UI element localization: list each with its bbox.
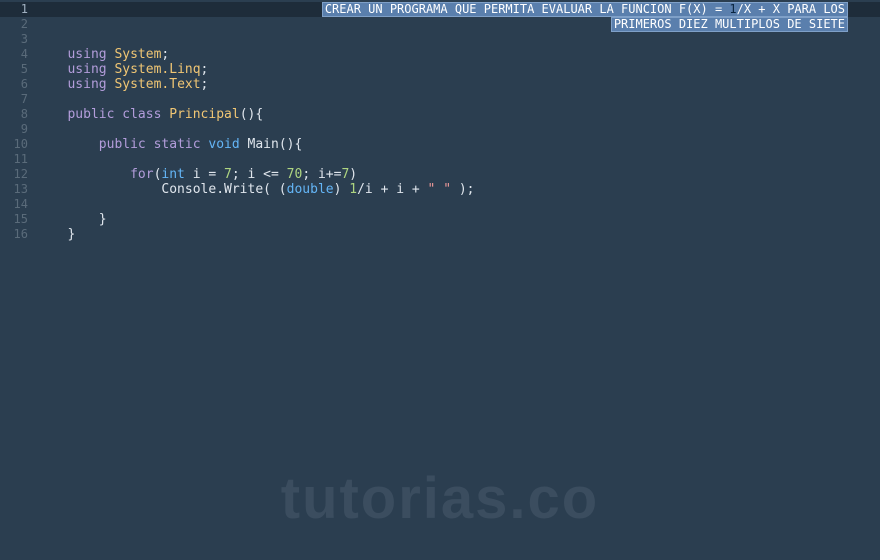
keyword: public: [99, 137, 146, 152]
code-line[interactable]: using System;: [36, 47, 880, 62]
code-text: Console.Write( (: [161, 182, 286, 197]
line-number: 13: [0, 182, 36, 197]
selection-text: CREAR UN PROGRAMA QUE PERMITA EVALUAR LA…: [325, 2, 730, 16]
punct: }: [99, 212, 107, 227]
punct: (){: [240, 107, 263, 122]
type: double: [287, 182, 334, 197]
code-text: ): [334, 182, 350, 197]
line-number: 12: [0, 167, 36, 182]
line-gutter: 1 2 3 4 5 6 7 8 9 10 11 12 13 14 15 16: [0, 0, 36, 560]
classname: System.Text: [114, 77, 200, 92]
punct: ;: [201, 77, 209, 92]
line-number: 2: [0, 17, 36, 32]
line-number: 10: [0, 137, 36, 152]
code-text: ; i <=: [232, 167, 287, 182]
code-line[interactable]: }: [36, 227, 880, 242]
code-line[interactable]: using System.Linq;: [36, 62, 880, 77]
code-line[interactable]: [36, 152, 880, 167]
selected-comment-line-1[interactable]: CREAR UN PROGRAMA QUE PERMITA EVALUAR LA…: [322, 2, 848, 17]
code-line[interactable]: public static void Main(){: [36, 137, 880, 152]
line-number: 3: [0, 32, 36, 47]
keyword: using: [67, 47, 106, 62]
line-number: 15: [0, 212, 36, 227]
line-number: 14: [0, 197, 36, 212]
keyword: static: [154, 137, 201, 152]
code-area[interactable]: CREAR UN PROGRAMA QUE PERMITA EVALUAR LA…: [36, 0, 880, 560]
line-number: 9: [0, 122, 36, 137]
code-line[interactable]: for(int i = 7; i <= 70; i+=7): [36, 167, 880, 182]
method-name: Main: [248, 137, 279, 152]
selected-comment-line-2[interactable]: PRIMEROS DIEZ MULTIPLOS DE SIETE: [611, 17, 848, 32]
code-line[interactable]: [36, 122, 880, 137]
punct: }: [67, 227, 75, 242]
keyword: for: [130, 167, 153, 182]
code-line[interactable]: using System.Text;: [36, 77, 880, 92]
line-number: 11: [0, 152, 36, 167]
code-editor[interactable]: 1 2 3 4 5 6 7 8 9 10 11 12 13 14 15 16 C…: [0, 0, 880, 560]
keyword: using: [67, 62, 106, 77]
punct: ;: [161, 47, 169, 62]
keyword: public: [67, 107, 114, 122]
line-number: 1: [0, 2, 36, 17]
code-text: ; i+=: [302, 167, 341, 182]
line-number: 6: [0, 77, 36, 92]
code-text: );: [451, 182, 474, 197]
type: void: [208, 137, 239, 152]
line-number: 7: [0, 92, 36, 107]
selection-text: 1: [729, 2, 736, 16]
line-number: 16: [0, 227, 36, 242]
code-line[interactable]: [36, 197, 880, 212]
type: int: [161, 167, 184, 182]
number: 70: [287, 167, 303, 182]
line-number: 5: [0, 62, 36, 77]
punct: ;: [201, 62, 209, 77]
classname: System: [114, 47, 161, 62]
code-line[interactable]: [36, 32, 880, 47]
code-text: i =: [185, 167, 224, 182]
number: 7: [224, 167, 232, 182]
number: 1: [349, 182, 357, 197]
classname: System.Linq: [114, 62, 200, 77]
code-line[interactable]: [36, 92, 880, 107]
code-line[interactable]: public class Principal(){: [36, 107, 880, 122]
line-number: 4: [0, 47, 36, 62]
line-number: 8: [0, 107, 36, 122]
code-line[interactable]: Console.Write( (double) 1/i + i + " " );: [36, 182, 880, 197]
code-line[interactable]: }: [36, 212, 880, 227]
keyword: using: [67, 77, 106, 92]
code-text: /i + i +: [357, 182, 427, 197]
keyword: class: [122, 107, 161, 122]
string: " ": [428, 182, 451, 197]
selection-text: /X + X PARA LOS: [737, 2, 845, 16]
classname: Principal: [169, 107, 239, 122]
punct: (){: [279, 137, 302, 152]
punct: ): [349, 167, 357, 182]
